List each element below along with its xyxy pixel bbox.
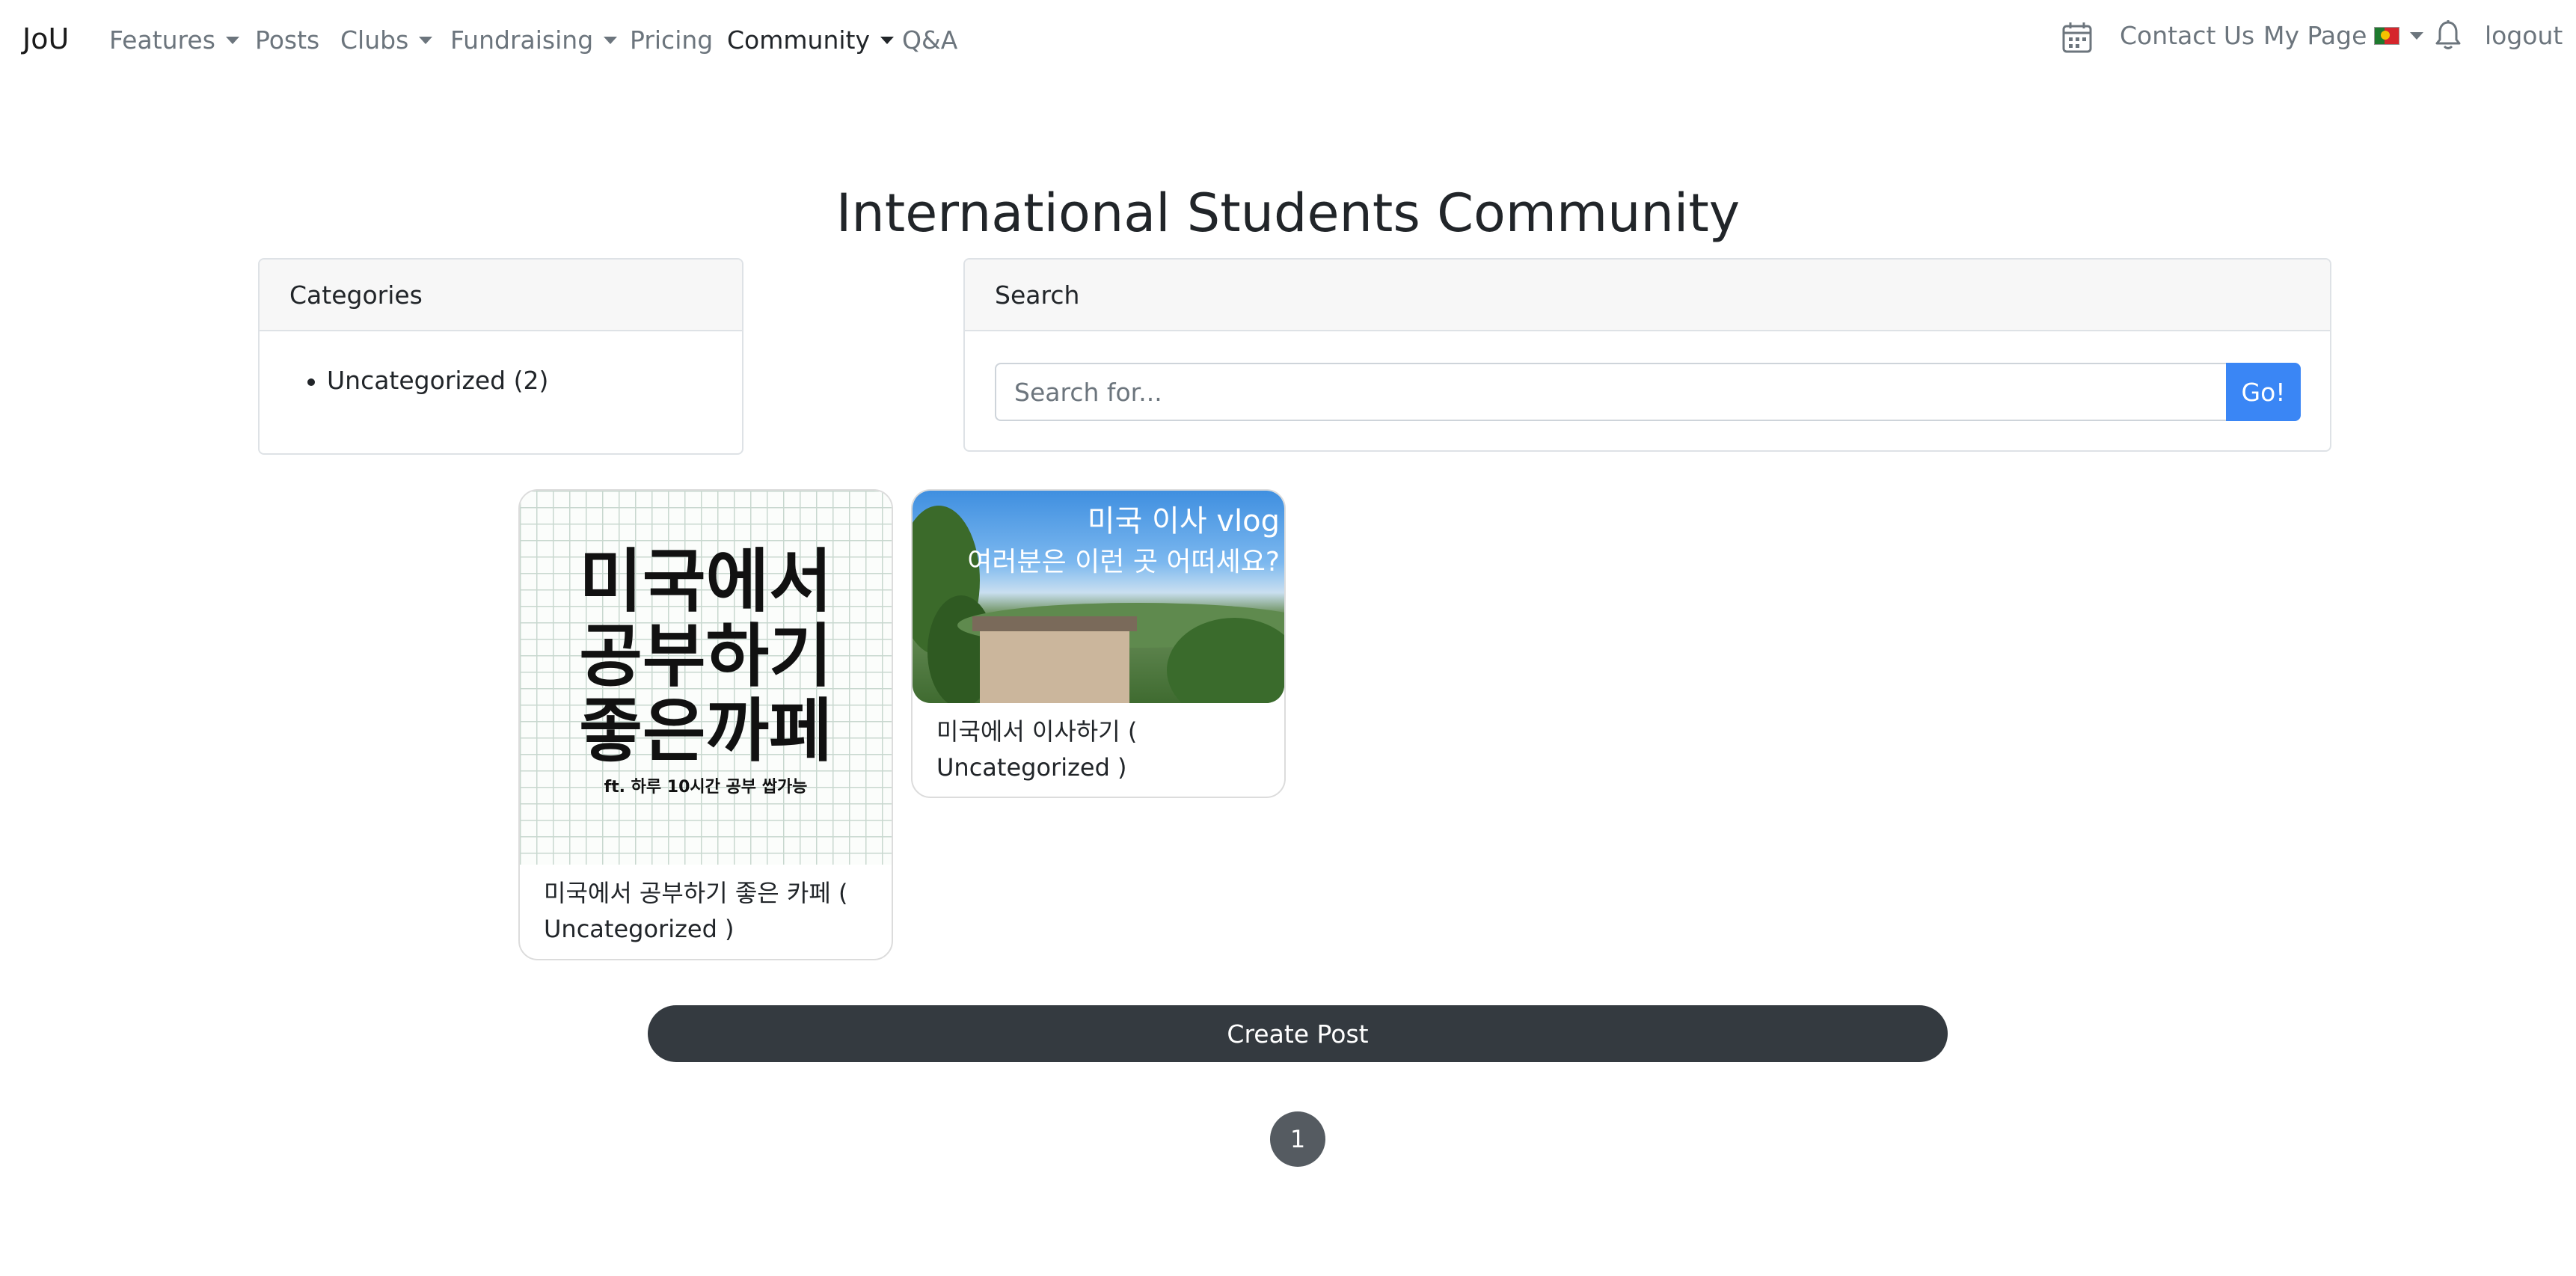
thumb-overlay-mid: 여러분은 이런 곳 어떠세요? bbox=[967, 547, 1280, 577]
calendar-icon[interactable] bbox=[2061, 21, 2093, 54]
nav-qa-label: Q&A bbox=[902, 25, 958, 55]
search-panel: Search Go! bbox=[963, 258, 2331, 452]
nav-pricing[interactable]: Pricing bbox=[630, 25, 713, 55]
nav-clubs-label: Clubs bbox=[340, 25, 409, 55]
thumb-overlay-top: 미국 이사 vlog bbox=[1087, 504, 1280, 539]
search-go-button[interactable]: Go! bbox=[2226, 363, 2301, 421]
thumb-line: 좋은까페 bbox=[579, 691, 832, 771]
nav-clubs[interactable]: Clubs bbox=[340, 25, 433, 55]
thumb-line: 공부하기 bbox=[579, 616, 832, 696]
post-category: Uncategorized ) bbox=[936, 753, 1127, 782]
nav-fundraising[interactable]: Fundraising bbox=[450, 25, 618, 55]
category-item-uncategorized[interactable]: Uncategorized (2) bbox=[307, 366, 548, 395]
thumb-line: 미국에서 bbox=[579, 542, 832, 622]
my-page-label: My Page bbox=[2263, 21, 2367, 50]
post-card[interactable]: 미국에서 공부하기 좋은까페 ft. 하루 10시간 공부 쌉가능 미국에서 공… bbox=[518, 489, 893, 960]
post-card[interactable]: 미국 이사 vlog 여러분은 이런 곳 어떠세요? 미국에서 이사하기 ( U… bbox=[911, 489, 1286, 798]
post-thumbnail: 미국 이사 vlog 여러분은 이런 곳 어떠세요? bbox=[913, 491, 1284, 703]
categories-panel: Categories Uncategorized (2) bbox=[258, 258, 743, 455]
post-title: 미국에서 이사하기 ( bbox=[936, 717, 1138, 746]
brand-logo[interactable]: JoU bbox=[22, 22, 69, 55]
chevron-down-icon bbox=[419, 36, 433, 44]
bell-icon[interactable] bbox=[2435, 19, 2462, 51]
nav-community-label: Community bbox=[727, 25, 870, 55]
chevron-down-icon bbox=[225, 36, 239, 44]
categories-header: Categories bbox=[260, 260, 742, 331]
post-category: Uncategorized ) bbox=[544, 915, 735, 943]
nav-community[interactable]: Community bbox=[727, 25, 894, 55]
search-input[interactable] bbox=[995, 363, 2227, 421]
nav-pricing-label: Pricing bbox=[630, 25, 714, 55]
chevron-down-icon bbox=[880, 36, 894, 44]
contact-us-label: Contact Us bbox=[2120, 21, 2255, 50]
portugal-flag-icon bbox=[2374, 26, 2400, 45]
category-item-label: Uncategorized (2) bbox=[327, 366, 549, 395]
chevron-down-icon bbox=[604, 36, 618, 44]
my-page-dropdown[interactable]: My Page bbox=[2263, 21, 2424, 50]
nav-features-label: Features bbox=[109, 25, 215, 55]
thumb-subtitle: ft. 하루 10시간 공부 쌉가능 bbox=[604, 778, 808, 797]
bullet-icon bbox=[307, 378, 315, 386]
contact-us-link[interactable]: Contact Us bbox=[2120, 21, 2254, 50]
nav-features[interactable]: Features bbox=[109, 25, 239, 55]
nav-qa[interactable]: Q&A bbox=[902, 25, 957, 55]
nav-posts[interactable]: Posts bbox=[255, 25, 319, 55]
post-thumbnail: 미국에서 공부하기 좋은까페 ft. 하루 10시간 공부 쌉가능 bbox=[520, 491, 892, 865]
pagination-page-1[interactable]: 1 bbox=[1270, 1111, 1325, 1167]
nav-posts-label: Posts bbox=[255, 25, 320, 55]
create-post-button[interactable]: Create Post bbox=[648, 1005, 1948, 1062]
post-title: 미국에서 공부하기 좋은 카페 ( bbox=[544, 879, 848, 907]
nav-fundraising-label: Fundraising bbox=[450, 25, 594, 55]
search-header: Search bbox=[965, 260, 2330, 331]
chevron-down-icon bbox=[2410, 31, 2424, 40]
page-title: International Students Community bbox=[835, 182, 1741, 244]
logout-link[interactable]: logout bbox=[2485, 21, 2563, 50]
logout-label: logout bbox=[2485, 21, 2563, 50]
